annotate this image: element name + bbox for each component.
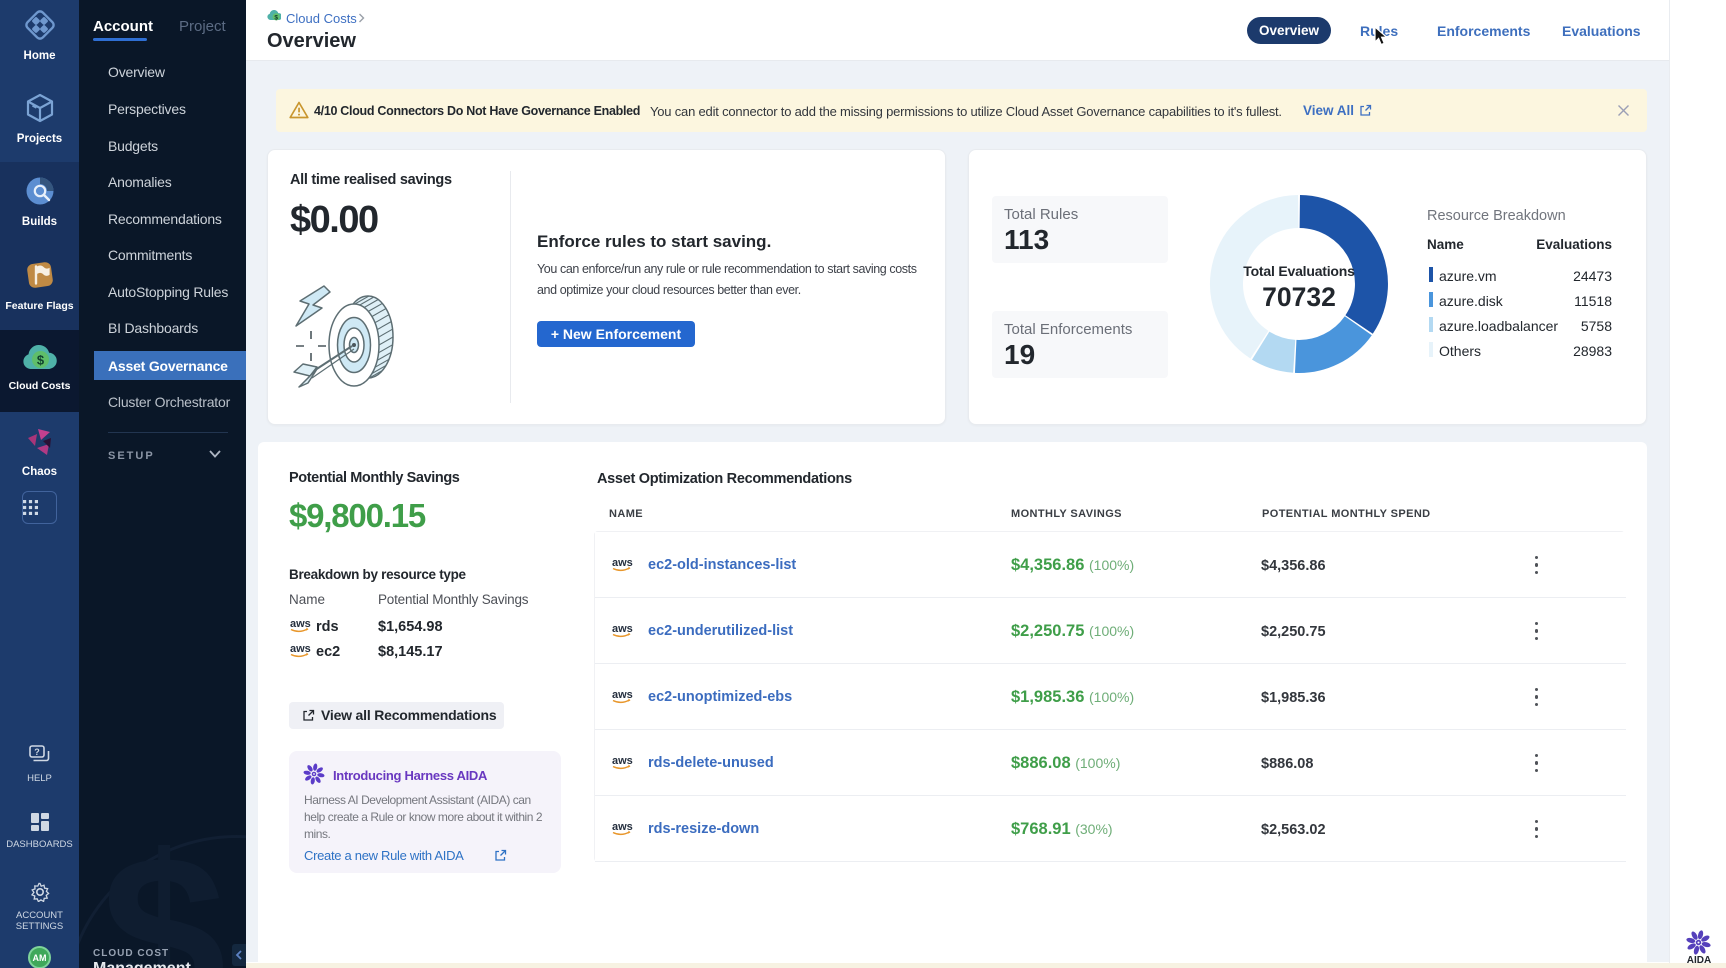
svg-text:aws: aws (290, 643, 311, 655)
svg-text:$: $ (36, 353, 44, 368)
svg-text:aws: aws (612, 821, 633, 833)
svg-text:aws: aws (612, 755, 633, 767)
svg-text:aws: aws (290, 618, 311, 630)
svg-text:aws: aws (612, 557, 633, 569)
svg-text:?: ? (34, 747, 40, 757)
svg-text:$: $ (274, 14, 278, 21)
svg-text:aws: aws (612, 689, 633, 701)
svg-text:aws: aws (612, 623, 633, 635)
